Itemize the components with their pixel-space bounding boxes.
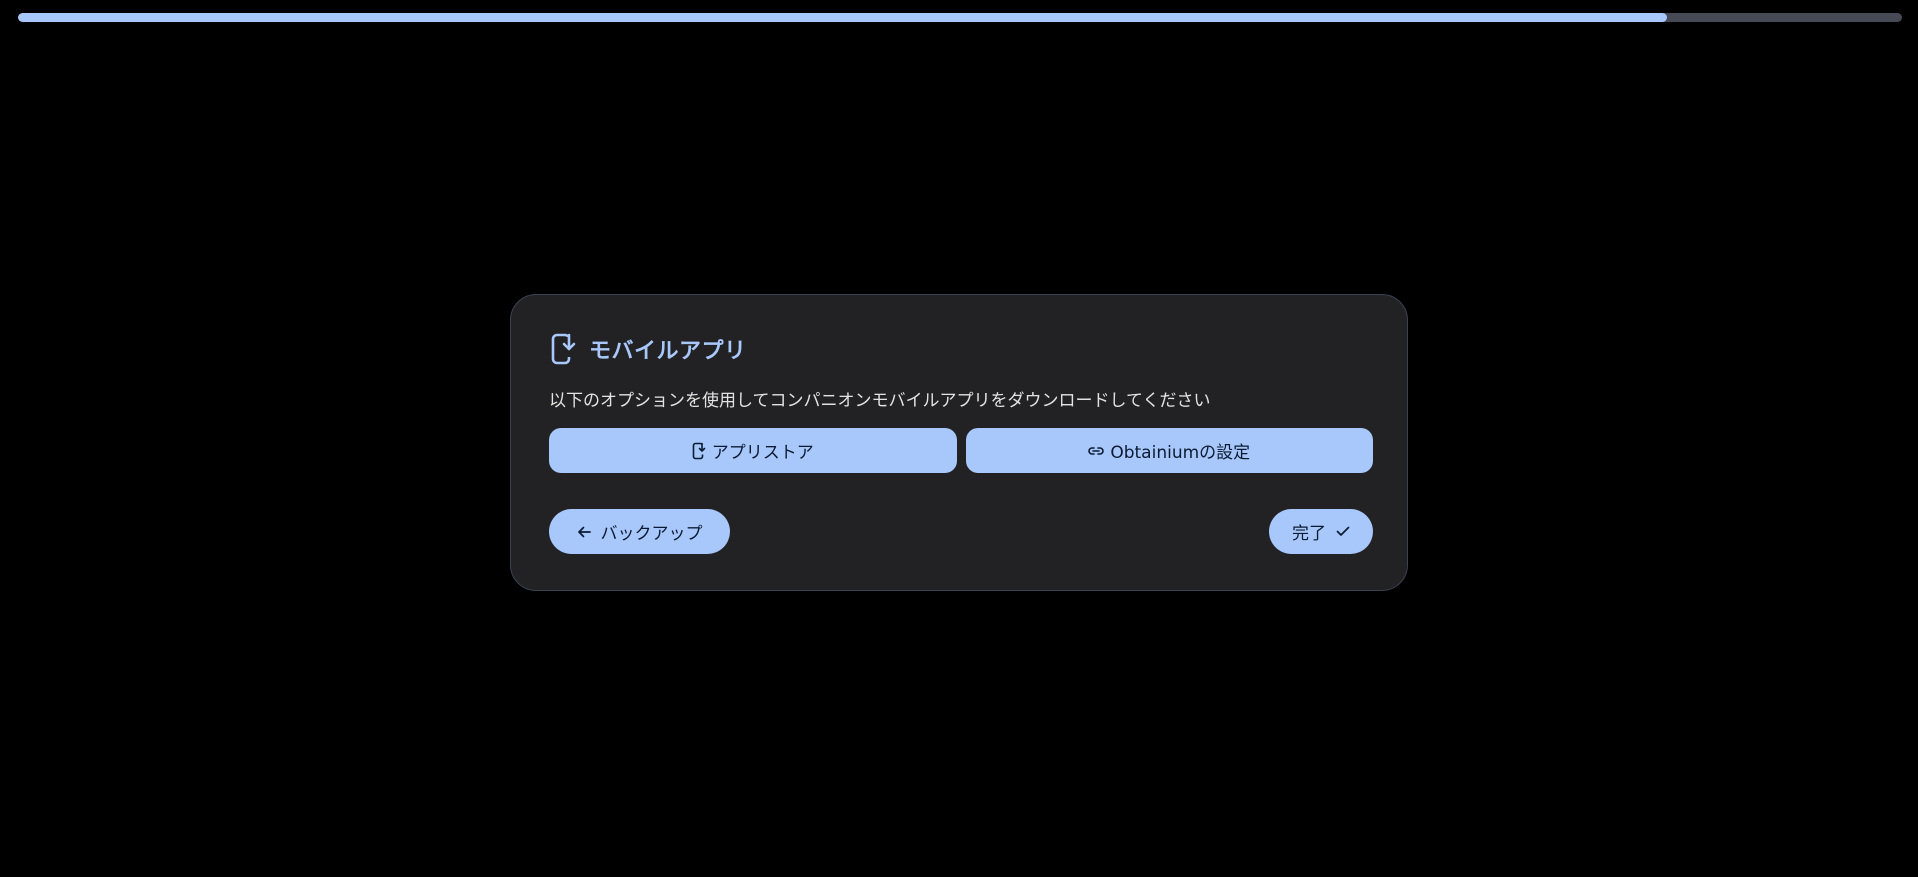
arrow-left-icon [577, 526, 591, 538]
obtainium-settings-label: Obtainiumの設定 [1110, 443, 1251, 463]
mobile-download-icon [549, 332, 579, 366]
app-store-label: アプリストア [711, 443, 814, 463]
back-button-label: バックアップ [600, 524, 703, 544]
mobile-download-icon [692, 442, 706, 460]
obtainium-settings-button[interactable]: Obtainiumの設定 [965, 428, 1373, 473]
download-options: アプリストア Obtainiumの設定 [549, 428, 1373, 473]
app-store-button[interactable]: アプリストア [549, 428, 957, 473]
done-button[interactable]: 完了 [1269, 509, 1373, 554]
dialog-header: モバイルアプリ [549, 331, 747, 367]
mobile-app-dialog: モバイルアプリ 以下のオプションを使用してコンパニオンモバイルアプリをダウンロー… [510, 294, 1408, 591]
dialog-title: モバイルアプリ [589, 339, 747, 364]
check-icon [1336, 526, 1350, 537]
setup-progress-bar [18, 13, 1902, 22]
done-button-label: 完了 [1292, 524, 1326, 544]
back-button[interactable]: バックアップ [549, 509, 730, 554]
dialog-description: 以下のオプションを使用してコンパニオンモバイルアプリをダウンロードしてください [549, 391, 1211, 411]
link-icon [1088, 445, 1105, 457]
progress-fill [18, 13, 1667, 22]
